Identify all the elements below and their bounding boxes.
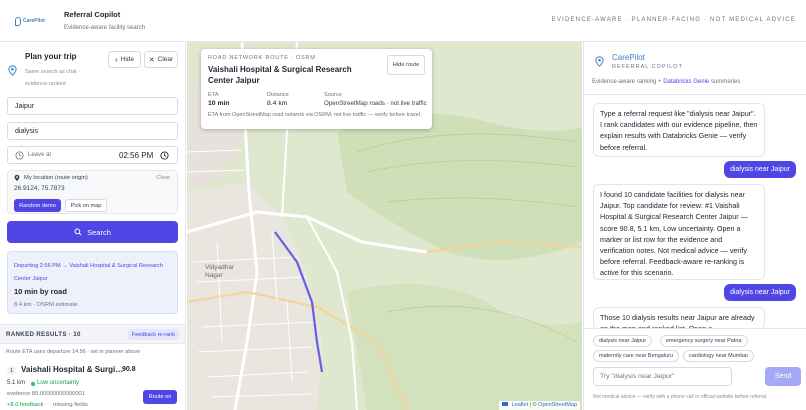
carepilot-logo-icon <box>595 56 604 67</box>
hide-route-button[interactable]: Hide route <box>387 55 425 75</box>
osm-link[interactable]: OpenStreetMap <box>538 402 577 408</box>
close-icon: ✕ <box>148 56 155 64</box>
chat-note-prefix: Evidence-aware ranking + <box>592 79 664 85</box>
leave-time-value: 02:56 PM <box>119 151 154 160</box>
departure-line-2: Center Jaipur <box>14 276 48 282</box>
leave-label: Leave at <box>28 152 52 158</box>
origin-pin-icon <box>14 174 20 182</box>
chat-input[interactable] <box>593 367 732 386</box>
attribution-separator: | © <box>529 402 539 408</box>
source-value: OpenStreetMap roads · not live traffic <box>324 100 427 107</box>
pick-on-map-button[interactable]: Pick on map <box>65 199 107 212</box>
result-missing-fields: missing fields <box>53 402 88 408</box>
route-eta-note: Route ETA uses departure 14:56 · set in … <box>6 349 141 355</box>
route-detail: 8.4 km · OSRM estimate <box>14 302 78 308</box>
chat-disclaimer: Not medical advice — verify with a phone… <box>593 394 768 400</box>
suggestion-chip[interactable]: emergency surgery near Patna <box>660 335 748 347</box>
search-button[interactable]: Search <box>7 221 178 243</box>
databricks-genie-link[interactable]: Databricks Genie <box>663 79 709 85</box>
route-info-card: ROAD NETWORK ROUTE · OSRM Vaishali Hospi… <box>201 49 432 129</box>
bot-message: I found 10 candidate facilities for dial… <box>593 184 765 280</box>
location-input[interactable]: Jaipur <box>7 97 178 115</box>
distance-label: Distance <box>267 92 289 98</box>
search-icon <box>74 228 82 236</box>
user-message: dialysis near Jaipur <box>724 161 796 178</box>
result-rank: 1 <box>7 366 16 375</box>
random-demo-button[interactable]: Random demo <box>14 199 61 212</box>
clear-planner-button[interactable]: ✕ Clear <box>144 51 178 68</box>
departure-line-1: Departing 2:56 PM → Vaishali Hospital & … <box>14 263 163 269</box>
planner-title: Plan your trip <box>25 52 77 61</box>
route-footnote: ETA from OpenStreetMap road network via … <box>208 112 422 118</box>
result-row[interactable]: 1 Vaishali Hospital & Surgi… 90.8 5.1 km… <box>0 360 185 410</box>
result-feedback: +8.0 feedback <box>7 402 44 408</box>
leaflet-flag-icon <box>502 402 509 406</box>
chat-subtitle: REFERRAL COPILOT <box>612 64 683 70</box>
send-button[interactable]: Send <box>765 367 801 386</box>
origin-coordinates: 26.9124, 75.7873 <box>14 185 65 192</box>
chevron-left-icon: ‹ <box>114 55 118 64</box>
header-tagline: EVIDENCE-AWARE · PLANNER-FACING · NOT ME… <box>551 17 796 23</box>
trip-planner-panel: Plan your trip Same search as chat · evi… <box>0 42 186 410</box>
result-distance: 5.1 km <box>7 380 26 386</box>
ranked-results-header: RANKED RESULTS · 10 Feedback re-rank <box>0 324 185 344</box>
hide-planner-button[interactable]: ‹ Hide <box>108 51 141 68</box>
clock-icon <box>15 151 24 160</box>
chat-divider <box>584 94 806 95</box>
chat-note-suffix: summaries <box>709 79 741 85</box>
chat-title: CarePilot <box>612 53 645 62</box>
hide-label: Hide <box>120 56 135 63</box>
eta-value: 10 min <box>208 100 230 107</box>
uncertainty-dot-icon <box>31 382 35 386</box>
result-uncertainty: Low uncertainty <box>37 380 80 386</box>
time-picker-icon[interactable] <box>160 151 169 160</box>
bot-message: Those 10 dialysis results near Jaipur ar… <box>593 307 765 330</box>
ranked-results-title: RANKED RESULTS · 10 <box>6 331 81 338</box>
source-label: Source <box>324 92 342 98</box>
distance-value: 8.4 km <box>267 100 288 107</box>
suggestion-chip[interactable]: dialysis near Jaipur <box>593 335 653 347</box>
user-message: dialysis near Jaipur <box>724 284 796 301</box>
my-location-card: My location (route origin) Clear 26.9124… <box>7 170 178 214</box>
suggestion-chip[interactable]: maternity care near Bengaluru <box>593 350 679 362</box>
leave-time-field[interactable]: Leave at 02:56 PM <box>7 146 178 164</box>
route-duration: 10 min by road <box>14 287 67 296</box>
result-name: Vaishali Hospital & Surgi… <box>21 365 124 374</box>
route-on-button[interactable]: Route on <box>143 390 177 404</box>
route-eyebrow: ROAD NETWORK ROUTE · OSRM <box>208 55 316 61</box>
eta-label: ETA <box>208 92 219 98</box>
location-pin-icon <box>8 65 17 76</box>
app-subtitle: Evidence-aware facility search <box>64 25 146 31</box>
planner-subtitle-line-2: evidence-ranked <box>25 81 66 87</box>
result-score: 90.8 <box>122 366 136 373</box>
suggestion-chip[interactable]: cardiology near Mumbai <box>683 350 754 362</box>
route-facility-name: Vaishali Hospital & Surgical Research Ce… <box>208 65 352 85</box>
map-attribution: Leaflet | © OpenStreetMap <box>499 401 580 410</box>
result-evidence: evidence 80.00000000000001 <box>7 391 86 397</box>
logo-mark-icon <box>15 16 21 26</box>
leaflet-link[interactable]: Leaflet <box>512 402 529 408</box>
departure-info: Departing 2:56 PM → Vaishali Hospital & … <box>14 260 163 286</box>
map-label-vidyadhar-nagar: Vidyadhar Nagar <box>205 264 235 279</box>
search-label: Search <box>87 227 111 237</box>
route-summary-card: Departing 2:56 PM → Vaishali Hospital & … <box>7 251 178 314</box>
planner-subtitle: Same search as chat · evidence-ranked <box>25 66 105 90</box>
app-header: CarePilot Referral Copilot Evidence-awar… <box>0 0 806 42</box>
chat-note: Evidence-aware ranking + Databricks Geni… <box>592 79 740 85</box>
chat-panel: CarePilot REFERRAL COPILOT Evidence-awar… <box>583 42 806 410</box>
logo-text: CarePilot <box>23 18 45 24</box>
feedback-rerank-badge[interactable]: Feedback re-rank <box>127 329 179 340</box>
my-location-label: My location (route origin) <box>24 175 88 181</box>
chat-composer: dialysis near Jaipur emergency surgery n… <box>584 328 806 410</box>
clear-label: Clear <box>157 56 174 63</box>
map-view[interactable]: Vidyadhar Nagar ROAD NETWORK ROUTE · OSR… <box>187 42 582 410</box>
clear-location-link[interactable]: Clear <box>156 175 170 181</box>
carepilot-logo: CarePilot <box>15 13 45 29</box>
bot-message: Type a referral request like "dialysis n… <box>593 103 765 157</box>
query-input[interactable]: dialysis <box>7 122 178 140</box>
app-title: Referral Copilot <box>64 10 121 19</box>
planner-subtitle-line-1: Same search as chat · <box>25 69 81 75</box>
